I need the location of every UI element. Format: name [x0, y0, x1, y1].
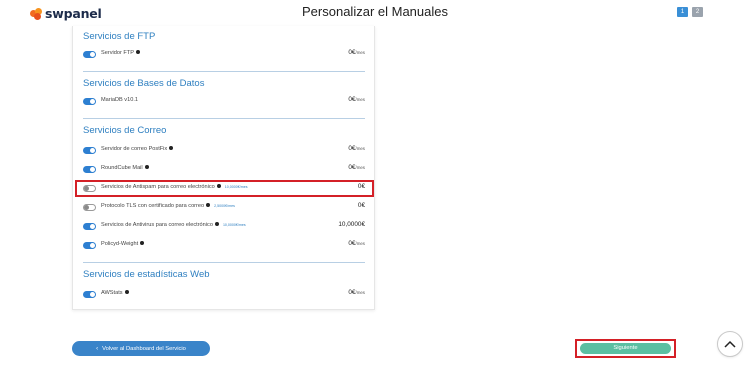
service-sub-price: 2,5000€/mes: [214, 204, 235, 208]
service-row-tls: Protocolo TLS con certificado para corre…: [83, 201, 365, 215]
section-title-ftp: Servicios de FTP: [83, 31, 156, 42]
toggle-switch[interactable]: [83, 147, 96, 154]
price-unit: /mes: [355, 146, 365, 151]
toggle-switch[interactable]: [83, 204, 96, 211]
toggle-switch[interactable]: [83, 51, 96, 58]
service-row-awstats: AWStats 0€/mes: [83, 288, 365, 302]
service-label: Policyd-Weight: [101, 241, 139, 247]
service-price: 10,0000€: [338, 221, 365, 228]
service-label: Protocolo TLS con certificado para corre…: [101, 203, 205, 209]
price-unit: /mes: [355, 97, 365, 102]
info-icon[interactable]: [140, 241, 145, 245]
price-unit: /mes: [355, 50, 365, 55]
service-label: Servicios de Antivirus para correo elect…: [101, 222, 213, 228]
chevron-left-icon: ‹: [96, 345, 99, 352]
service-label: Servidor de correo PostFix: [101, 146, 168, 152]
section-title-web-stats: Servicios de estadísticas Web: [83, 269, 210, 280]
highlight-box-next: Siguiente: [575, 339, 676, 358]
service-row-antivirus: Servicios de Antivirus para correo elect…: [83, 220, 365, 234]
top-header: swpanel Personalizar el Manuales 1 2: [0, 0, 750, 26]
price-unit: /mes: [355, 290, 365, 295]
service-price: 0€: [357, 202, 365, 209]
info-icon[interactable]: [124, 290, 129, 294]
service-row-ftp-server: Servidor FTP 0€/mes: [83, 48, 365, 62]
info-icon[interactable]: [214, 222, 219, 226]
service-label: MariaDB v10.1: [101, 97, 138, 103]
back-to-dashboard-button[interactable]: ‹ Volver al Dashboard del Servicio: [72, 341, 210, 356]
toggle-switch[interactable]: [83, 98, 96, 105]
services-panel: Servicios de FTP Servidor FTP 0€/mes Ser…: [72, 26, 375, 310]
price-unit: /mes: [355, 241, 365, 246]
toggle-switch[interactable]: [83, 291, 96, 298]
section-title-databases: Servicios de Bases de Datos: [83, 78, 205, 89]
service-label: AWStats: [101, 290, 123, 296]
section-divider: [83, 262, 365, 263]
scroll-to-top-button[interactable]: [717, 331, 743, 357]
lang-button-1[interactable]: 1: [677, 7, 688, 17]
info-icon[interactable]: [169, 146, 174, 150]
service-label: RoundCube Mail: [101, 165, 143, 171]
service-sub-price: 10,0000€/mes: [222, 223, 246, 227]
service-row-postfix: Servidor de correo PostFix 0€/mes: [83, 144, 365, 158]
section-divider: [83, 118, 365, 119]
lang-button-2[interactable]: 2: [692, 7, 703, 17]
service-label: Servidor FTP: [101, 50, 134, 56]
section-title-mail: Servicios de Correo: [83, 125, 167, 136]
service-row-policyd: Policyd-Weight 0€/mes: [83, 239, 365, 253]
service-row-mariadb: MariaDB v10.1 0€/mes: [83, 95, 365, 109]
section-divider: [83, 71, 365, 72]
toggle-switch[interactable]: [83, 166, 96, 173]
highlight-box-antispam: [75, 180, 374, 197]
price-unit: /mes: [355, 165, 365, 170]
next-button[interactable]: Siguiente: [580, 343, 671, 354]
toggle-switch[interactable]: [83, 242, 96, 249]
info-icon[interactable]: [135, 50, 140, 54]
back-button-label: Volver al Dashboard del Servicio: [102, 345, 186, 352]
toggle-switch[interactable]: [83, 223, 96, 230]
service-row-roundcube: RoundCube Mail 0€/mes: [83, 163, 365, 177]
info-icon[interactable]: [206, 203, 211, 207]
info-icon[interactable]: [144, 165, 149, 169]
page-title: Personalizar el Manuales: [302, 4, 448, 19]
chevron-up-icon: [724, 340, 736, 348]
